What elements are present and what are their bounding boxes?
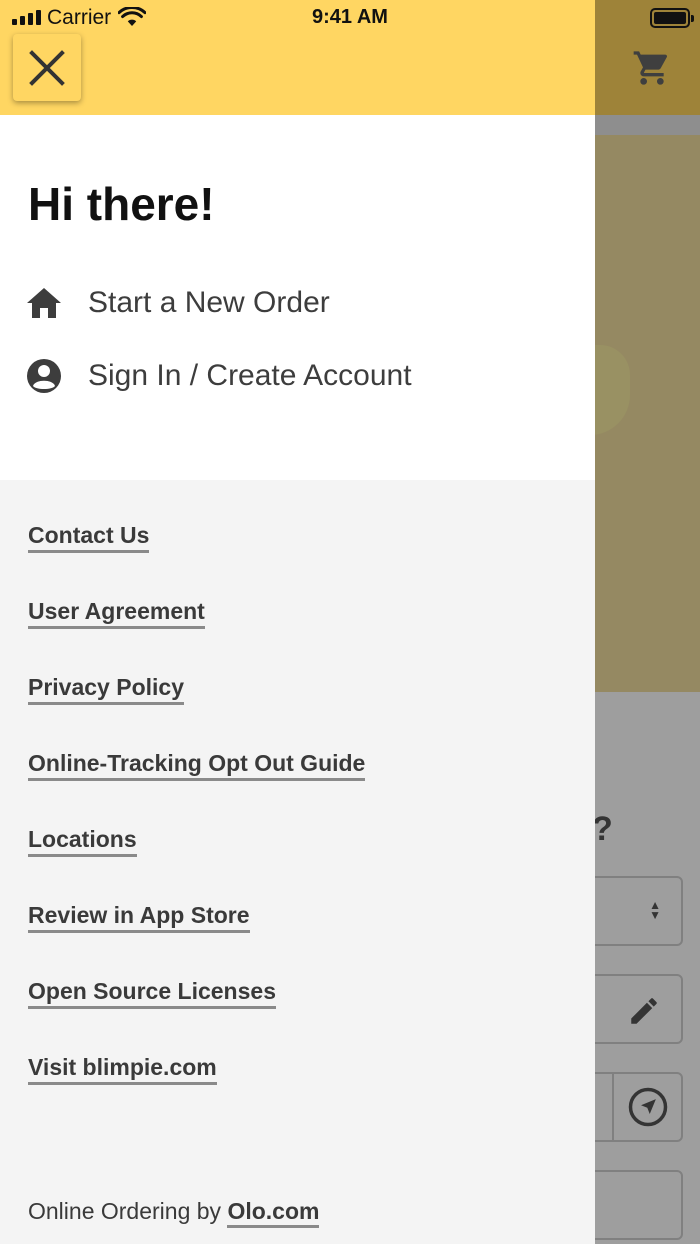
review-app-store-link[interactable]: Review in App Store <box>28 902 250 933</box>
close-button[interactable] <box>13 34 81 101</box>
contact-us-link[interactable]: Contact Us <box>28 522 150 553</box>
drawer-account-section: Hi there! Start a New Order Sign In / Cr… <box>0 115 595 480</box>
sign-in-label: Sign In / Create Account <box>88 359 412 392</box>
drawer-footer: Online Ordering by Olo.com <box>28 1198 320 1228</box>
start-new-order-button[interactable]: Start a New Order <box>26 285 330 321</box>
visit-website-link[interactable]: Visit blimpie.com <box>28 1054 217 1085</box>
footer-prefix: Online Ordering by <box>28 1198 228 1224</box>
olo-link[interactable]: Olo.com <box>227 1198 320 1228</box>
privacy-policy-link[interactable]: Privacy Policy <box>28 674 184 705</box>
open-source-licenses-link[interactable]: Open Source Licenses <box>28 978 276 1009</box>
home-icon <box>26 285 62 321</box>
status-bar: Carrier 9:41 AM <box>0 0 700 34</box>
tracking-opt-out-link[interactable]: Online-Tracking Opt Out Guide <box>28 750 366 781</box>
battery-icon <box>650 8 694 28</box>
locations-link[interactable]: Locations <box>28 826 137 857</box>
status-time: 9:41 AM <box>312 6 388 28</box>
navigation-drawer: Hi there! Start a New Order Sign In / Cr… <box>0 0 595 1244</box>
greeting-title: Hi there! <box>28 178 215 230</box>
close-icon <box>29 49 65 86</box>
start-new-order-label: Start a New Order <box>88 286 330 319</box>
account-circle-icon <box>26 358 62 394</box>
user-agreement-link[interactable]: User Agreement <box>28 598 205 629</box>
sign-in-create-account-button[interactable]: Sign In / Create Account <box>26 358 412 394</box>
